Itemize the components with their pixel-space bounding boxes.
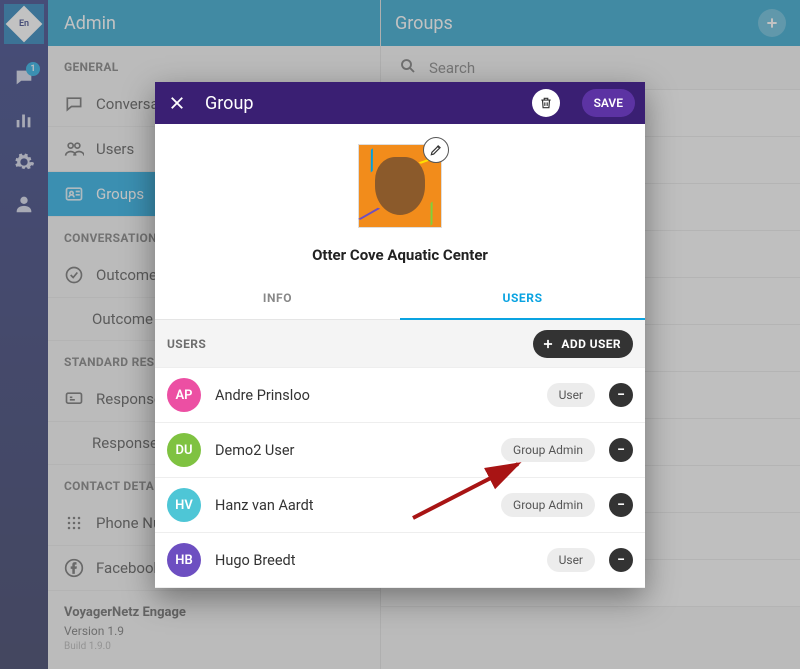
user-row: DU Demo2 User Group Admin −	[155, 422, 645, 478]
users-header: USERS ADD USER	[155, 320, 645, 368]
user-name: Demo2 User	[215, 442, 487, 459]
delete-button[interactable]	[532, 89, 560, 117]
group-name: Otter Cove Aquatic Center	[312, 246, 488, 264]
user-row: AP Andre Prinsloo User −	[155, 367, 645, 423]
add-user-label: ADD USER	[561, 337, 621, 351]
user-row: HB Hugo Breedt User −	[155, 532, 645, 588]
modal-header: Group SAVE	[155, 82, 645, 124]
remove-user-button[interactable]: −	[609, 548, 633, 572]
avatar: AP	[167, 378, 201, 412]
tab-info[interactable]: INFO	[155, 276, 400, 319]
group-avatar[interactable]: ⟋ ⟋ ⟋ ⟋	[358, 144, 442, 228]
remove-user-button[interactable]: −	[609, 383, 633, 407]
avatar: HV	[167, 488, 201, 522]
role-chip[interactable]: User	[547, 383, 595, 407]
role-chip[interactable]: Group Admin	[501, 493, 595, 517]
avatar: DU	[167, 433, 201, 467]
add-user-button[interactable]: ADD USER	[533, 330, 633, 358]
close-icon[interactable]	[165, 91, 189, 115]
role-chip[interactable]: Group Admin	[501, 438, 595, 462]
user-name: Hugo Breedt	[215, 552, 533, 569]
avatar: HB	[167, 543, 201, 577]
remove-user-button[interactable]: −	[609, 438, 633, 462]
users-section: USERS ADD USER AP Andre Prinsloo User − …	[155, 320, 645, 588]
role-chip[interactable]: User	[547, 548, 595, 572]
modal-title: Group	[205, 93, 516, 114]
user-name: Andre Prinsloo	[215, 387, 533, 404]
save-button[interactable]: SAVE	[582, 89, 635, 117]
group-modal: Group SAVE ⟋ ⟋ ⟋ ⟋ Otter Cove Aquatic Ce…	[155, 82, 645, 588]
otter-image	[375, 157, 425, 215]
user-name: Hanz van Aardt	[215, 497, 487, 514]
modal-tabs: INFO USERS	[155, 276, 645, 320]
group-hero: ⟋ ⟋ ⟋ ⟋ Otter Cove Aquatic Center	[155, 124, 645, 276]
decoration: ⟋	[358, 198, 381, 227]
user-row: HV Hanz van Aardt Group Admin −	[155, 477, 645, 533]
users-label: USERS	[167, 337, 206, 351]
edit-avatar-button[interactable]	[423, 137, 449, 163]
remove-user-button[interactable]: −	[609, 493, 633, 517]
tab-users[interactable]: USERS	[400, 276, 645, 319]
